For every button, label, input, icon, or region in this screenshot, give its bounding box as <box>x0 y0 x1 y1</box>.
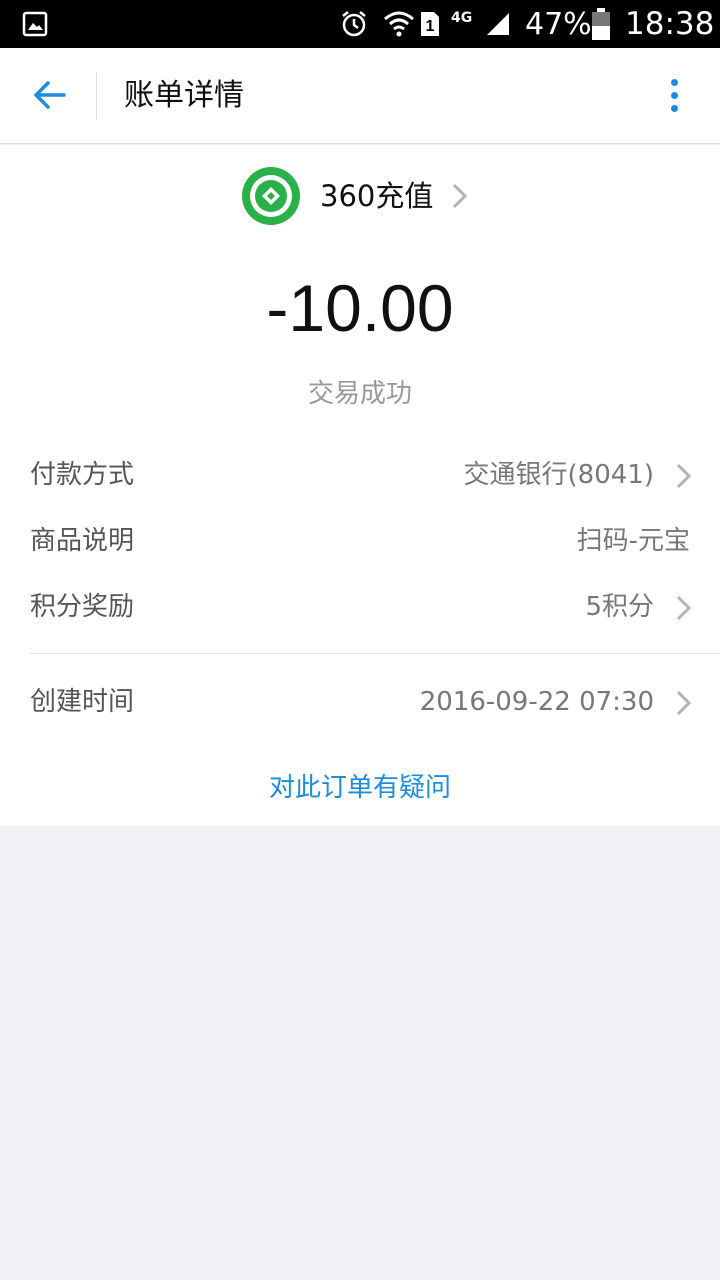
gallery-icon <box>22 0 48 48</box>
chevron-right-icon <box>676 595 692 621</box>
back-button[interactable] <box>24 70 74 120</box>
payment-method-value: 交通银行(8041) <box>463 460 654 490</box>
merchant-name: 360充值 <box>320 179 434 213</box>
more-vertical-icon[interactable] <box>652 70 696 120</box>
page-title: 账单详情 <box>124 78 244 113</box>
status-bar: 1 4G 47% 18:38 <box>0 0 720 48</box>
description-row: 商品说明 扫码-元宝 <box>0 508 720 574</box>
svg-text:1: 1 <box>426 18 435 35</box>
points-label: 积分奖励 <box>30 592 135 622</box>
payment-method-label: 付款方式 <box>30 460 135 490</box>
back-arrow-icon <box>34 81 66 109</box>
network-4g-icon: 4G <box>451 10 473 26</box>
description-label: 商品说明 <box>30 526 135 556</box>
payment-method-row[interactable]: 付款方式 交通银行(8041) <box>0 442 720 508</box>
section-divider <box>30 653 720 654</box>
alarm-icon <box>339 0 369 48</box>
created-time-row[interactable]: 创建时间 2016-09-22 07:30 <box>0 669 720 735</box>
description-value: 扫码-元宝 <box>576 526 690 556</box>
transaction-status: 交易成功 <box>307 379 412 409</box>
sim-1-icon: 1 <box>419 0 441 48</box>
merchant-link[interactable]: 360充值 <box>0 167 720 227</box>
created-time-value: 2016-09-22 07:30 <box>419 687 654 717</box>
created-time-label: 创建时间 <box>30 687 135 717</box>
wifi-icon <box>383 0 415 48</box>
bill-detail-card: 360充值 -10.00 交易成功 付款方式 交通银行(8041) 商品说明 扫… <box>0 145 720 826</box>
app-bar: 账单详情 <box>0 48 720 144</box>
battery-percentage: 47% <box>525 6 592 42</box>
transaction-amount: -10.00 <box>266 271 454 345</box>
battery-icon <box>590 0 612 48</box>
app-bar-divider <box>96 72 97 120</box>
chevron-right-icon <box>452 183 468 209</box>
points-value: 5积分 <box>585 592 654 622</box>
order-question-link[interactable]: 对此订单有疑问 <box>0 767 720 804</box>
merchant-logo-icon <box>242 167 300 225</box>
points-row[interactable]: 积分奖励 5积分 <box>0 574 720 640</box>
signal-icon <box>485 0 511 48</box>
chevron-right-icon <box>676 463 692 489</box>
clock: 18:38 <box>625 6 715 42</box>
chevron-right-icon <box>676 690 692 716</box>
